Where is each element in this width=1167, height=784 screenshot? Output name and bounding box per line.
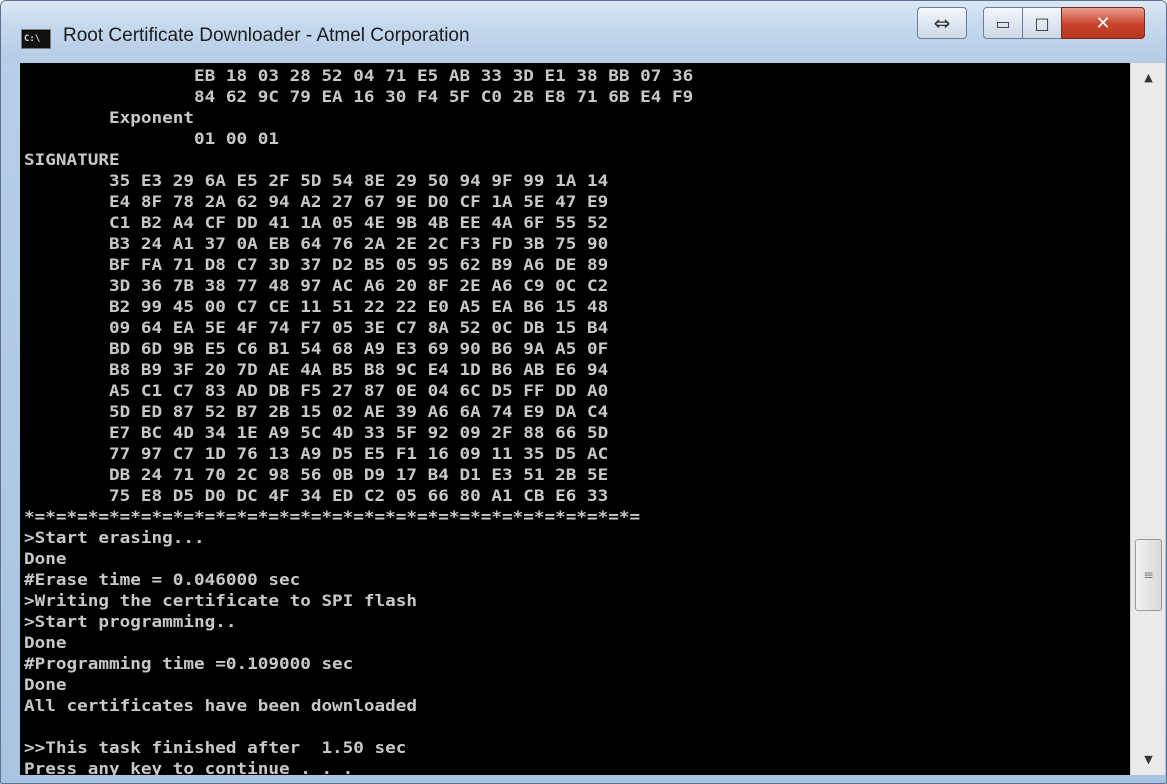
window-title: Root Certificate Downloader - Atmel Corp…: [63, 25, 470, 46]
arrow-up-icon: ▲: [1144, 71, 1153, 84]
console-output-area[interactable]: EB 18 03 28 52 04 71 E5 AB 33 3D E1 38 B…: [20, 63, 1130, 775]
title-bar[interactable]: C:\ Root Certificate Downloader - Atmel …: [1, 1, 1166, 63]
maximize-icon: □: [1034, 13, 1050, 33]
console-window: C:\ Root Certificate Downloader - Atmel …: [0, 0, 1167, 784]
arrow-down-icon: ▼: [1144, 753, 1153, 766]
scroll-up-button[interactable]: ▲: [1131, 65, 1166, 91]
resize-button[interactable]: ⇔: [917, 7, 967, 39]
scroll-thumb[interactable]: ≡: [1135, 539, 1162, 611]
resize-arrows-icon: ⇔: [933, 11, 951, 35]
grip-icon: ≡: [1143, 568, 1154, 582]
vertical-scrollbar[interactable]: ▲ ≡ ▼: [1130, 63, 1165, 775]
close-button[interactable]: ✕: [1061, 7, 1145, 39]
scroll-down-button[interactable]: ▼: [1131, 747, 1166, 773]
console-text: EB 18 03 28 52 04 71 E5 AB 33 3D E1 38 B…: [24, 66, 694, 775]
maximize-button[interactable]: □: [1022, 7, 1062, 39]
minimize-icon: ▭: [995, 13, 1011, 33]
console-app-icon[interactable]: C:\: [21, 29, 51, 49]
minimize-button[interactable]: ▭: [983, 7, 1023, 39]
close-icon: ✕: [1095, 12, 1111, 34]
